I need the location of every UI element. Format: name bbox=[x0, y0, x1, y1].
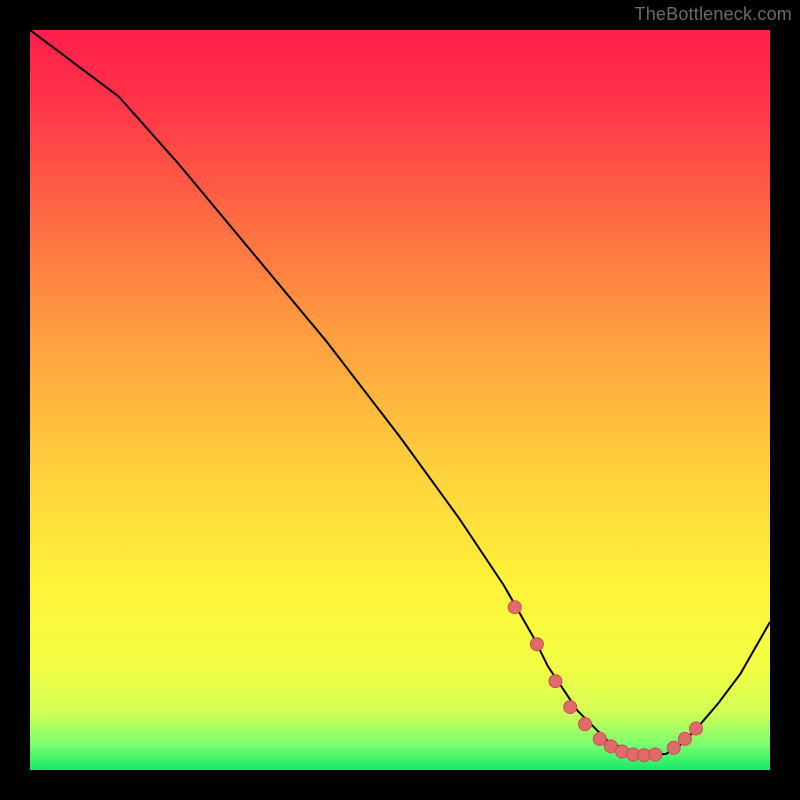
curve-marker bbox=[678, 732, 691, 745]
curve-marker bbox=[508, 601, 521, 614]
curve-marker bbox=[593, 732, 606, 745]
watermark-text: TheBottleneck.com bbox=[635, 4, 792, 25]
gradient-background bbox=[30, 30, 770, 770]
curve-marker bbox=[549, 675, 562, 688]
curve-marker bbox=[690, 722, 703, 735]
plot-area bbox=[30, 30, 770, 770]
chart-stage: TheBottleneck.com bbox=[0, 0, 800, 800]
curve-marker bbox=[564, 701, 577, 714]
curve-marker bbox=[579, 718, 592, 731]
curve-marker bbox=[667, 741, 680, 754]
curve-marker bbox=[649, 748, 662, 761]
chart-svg bbox=[30, 30, 770, 770]
curve-marker bbox=[530, 638, 543, 651]
